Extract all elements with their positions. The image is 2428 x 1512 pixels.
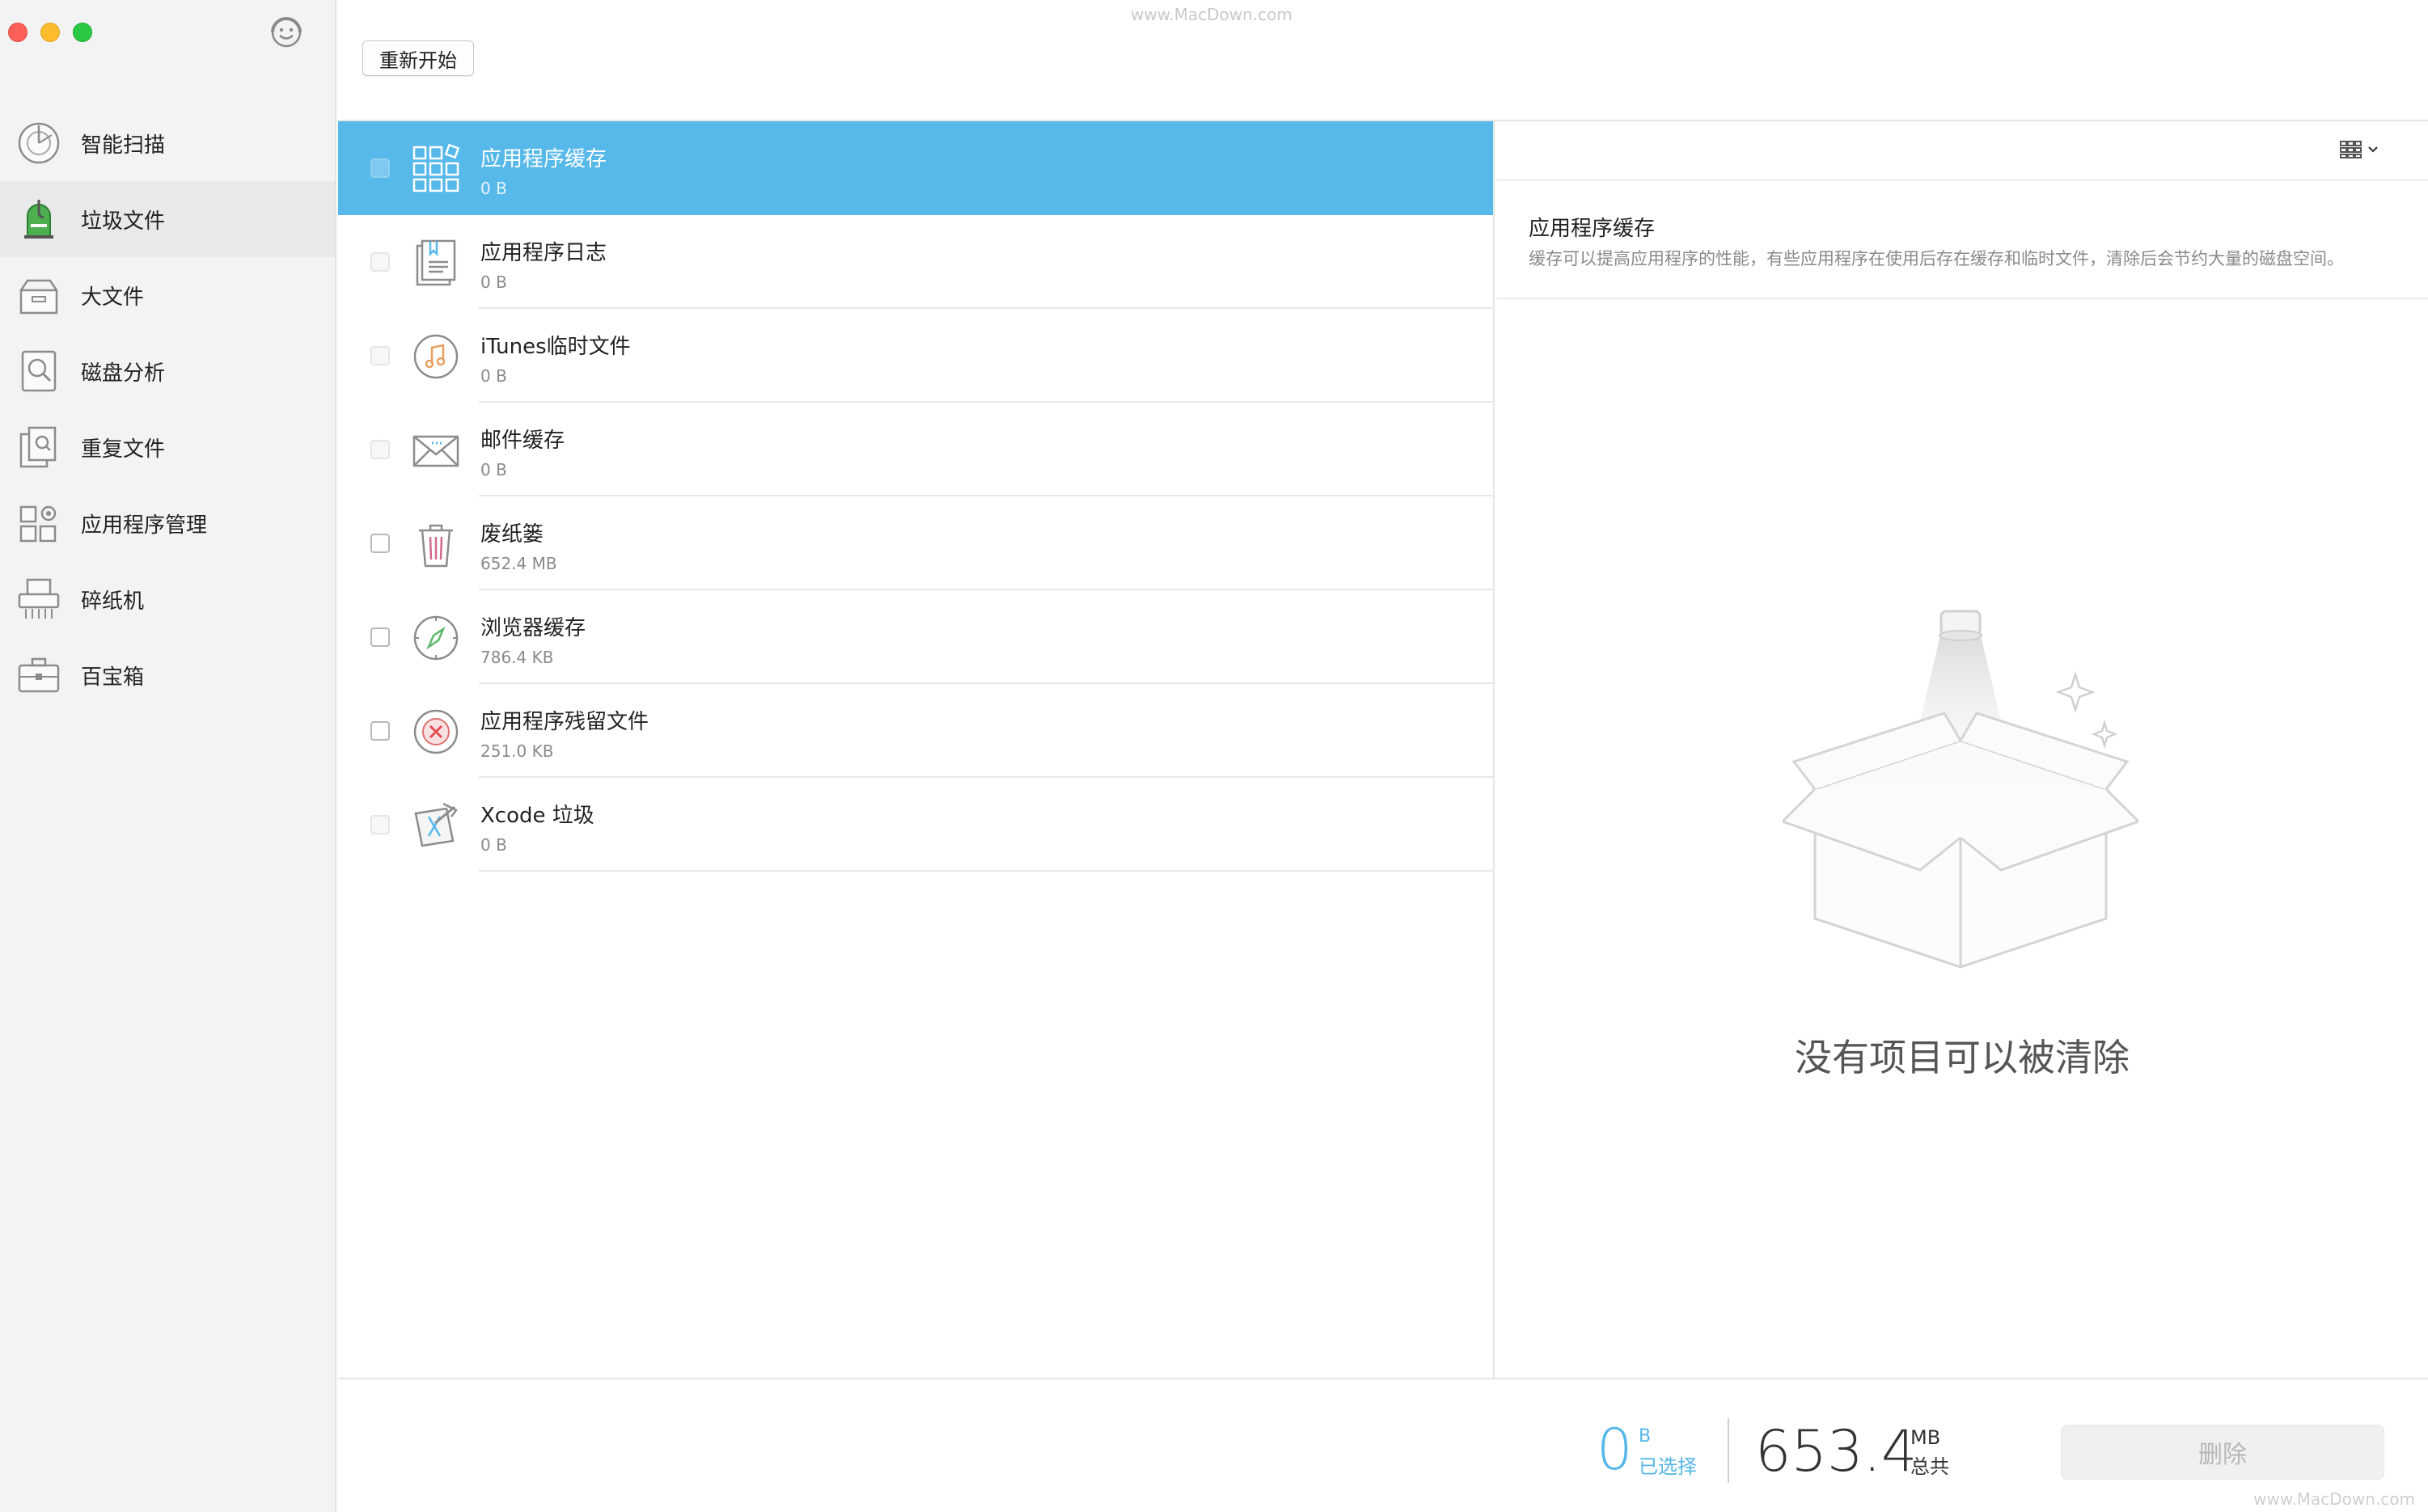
app-log-icon	[411, 238, 461, 288]
chevron-down-icon	[2368, 146, 2378, 153]
row-name: 浏览器缓存	[480, 616, 586, 640]
mail-icon	[411, 425, 461, 475]
detail-title: 应用程序缓存	[1529, 217, 1656, 241]
smart-scan-icon	[15, 119, 63, 167]
sidebar-item-smart-scan[interactable]: 智能扫描	[0, 105, 335, 181]
close-window-button[interactable]	[8, 23, 27, 42]
junk-category-list: 应用程序缓存 0 B 应用程序日志 0 B iTunes临时文件 0 B 邮件缓…	[338, 121, 1495, 1378]
list-item[interactable]: 废纸篓 652.4 MB	[338, 496, 1493, 590]
sidebar-item-label: 智能扫描	[81, 133, 166, 158]
row-size: 786.4 KB	[480, 648, 554, 667]
grid-view-icon	[2340, 141, 2362, 158]
sidebar-item-large-files[interactable]: 大文件	[0, 257, 335, 333]
list-item[interactable]: 邮件缓存 0 B	[338, 403, 1493, 496]
row-name: iTunes临时文件	[480, 335, 631, 359]
row-size: 0 B	[480, 366, 507, 386]
toolbox-icon	[15, 651, 63, 699]
junk-vacuum-icon	[15, 195, 63, 243]
large-files-icon	[15, 271, 63, 319]
sidebar-item-label: 垃圾文件	[81, 209, 166, 234]
row-size: 251.0 KB	[480, 741, 554, 761]
xcode-icon	[411, 800, 461, 851]
list-item[interactable]: 应用程序缓存 0 B	[338, 121, 1493, 215]
row-checkbox[interactable]	[370, 721, 390, 741]
empty-box-icon	[1780, 603, 2141, 975]
sidebar-nav: 智能扫描 垃圾文件 大文件 磁盘分析 重复文件 应用程序管理 碎纸机 百宝箱	[0, 105, 335, 713]
detail-description: 缓存可以提高应用程序的性能，有些应用程序在使用后存在缓存和临时文件，清除后会节约…	[1529, 249, 2344, 268]
row-name: 邮件缓存	[480, 429, 565, 453]
sidebar-item-shredder[interactable]: 碎纸机	[0, 561, 335, 637]
row-name: 应用程序残留文件	[480, 710, 649, 734]
browser-compass-icon	[411, 613, 461, 663]
watermark: www.MacDown.com	[2253, 1489, 2415, 1509]
shredder-icon	[15, 575, 63, 623]
disk-analysis-icon	[15, 347, 63, 395]
row-checkbox[interactable]	[370, 346, 390, 365]
empty-state-message: 没有项目可以被清除	[1795, 1036, 2130, 1079]
sidebar-item-toolbox[interactable]: 百宝箱	[0, 637, 335, 713]
selected-size-unit: B	[1639, 1426, 1652, 1447]
sidebar-item-app-manager[interactable]: 应用程序管理	[0, 485, 335, 561]
row-size: 0 B	[480, 179, 507, 198]
row-name: 废纸篓	[480, 522, 544, 547]
row-size: 0 B	[480, 835, 507, 855]
minimize-window-button[interactable]	[40, 23, 60, 42]
toolbar: 重新开始	[338, 0, 2428, 121]
total-size-value: 653.4	[1755, 1418, 1918, 1485]
view-mode-switch[interactable]	[2334, 137, 2379, 162]
row-size: 0 B	[480, 460, 507, 479]
assistant-face-icon[interactable]	[267, 13, 306, 52]
footer-divider	[1728, 1418, 1729, 1483]
itunes-icon	[411, 332, 461, 382]
zoom-window-button[interactable]	[73, 23, 92, 42]
row-checkbox[interactable]	[370, 815, 390, 834]
sidebar-item-label: 大文件	[81, 285, 145, 310]
detail-pane: 应用程序缓存 缓存可以提高应用程序的性能，有些应用程序在使用后存在缓存和临时文件…	[1496, 121, 2428, 1378]
delete-button[interactable]: 删除	[2061, 1425, 2384, 1480]
total-size-unit: MB	[1910, 1426, 1941, 1449]
total-label: 总共	[1910, 1455, 1949, 1478]
trash-icon	[411, 519, 461, 569]
selected-label: 已选择	[1639, 1455, 1697, 1478]
sidebar-item-disk-analysis[interactable]: 磁盘分析	[0, 333, 335, 409]
row-checkbox[interactable]	[370, 627, 390, 647]
watermark: www.MacDown.com	[1131, 5, 1292, 24]
row-name: 应用程序日志	[480, 241, 607, 265]
app-cache-icon	[411, 143, 461, 194]
window-controls	[8, 23, 92, 42]
row-size: 652.4 MB	[480, 554, 557, 573]
sidebar-item-junk-files[interactable]: 垃圾文件	[0, 181, 335, 257]
list-item[interactable]: 浏览器缓存 786.4 KB	[338, 590, 1493, 684]
row-checkbox[interactable]	[370, 252, 390, 272]
footer-bar: 0 B 已选择 653.4 MB 总共 删除 www.MacDown.com	[338, 1378, 2428, 1512]
list-item[interactable]: 应用程序日志 0 B	[338, 215, 1493, 309]
sidebar-item-label: 重复文件	[81, 437, 166, 462]
sidebar-item-label: 应用程序管理	[81, 513, 208, 538]
sidebar-item-duplicate-files[interactable]: 重复文件	[0, 409, 335, 485]
selected-size-value: 0	[1597, 1417, 1633, 1483]
duplicate-files-icon	[15, 423, 63, 471]
sidebar: 智能扫描 垃圾文件 大文件 磁盘分析 重复文件 应用程序管理 碎纸机 百宝箱	[0, 0, 336, 1512]
app-leftover-icon	[411, 707, 461, 757]
list-item[interactable]: Xcode 垃圾 0 B	[338, 778, 1493, 872]
sidebar-item-label: 百宝箱	[81, 665, 145, 690]
list-item[interactable]: 应用程序残留文件 251.0 KB	[338, 684, 1493, 778]
row-checkbox[interactable]	[370, 158, 390, 178]
app-manager-icon	[15, 499, 63, 547]
row-checkbox[interactable]	[370, 440, 390, 459]
sidebar-item-label: 磁盘分析	[81, 361, 166, 386]
row-name: 应用程序缓存	[480, 147, 607, 171]
sidebar-item-label: 碎纸机	[81, 589, 145, 614]
restart-button[interactable]: 重新开始	[362, 40, 474, 76]
row-checkbox[interactable]	[370, 534, 390, 553]
list-item[interactable]: iTunes临时文件 0 B	[338, 309, 1493, 403]
row-name: Xcode 垃圾	[480, 804, 594, 828]
row-size: 0 B	[480, 272, 507, 292]
